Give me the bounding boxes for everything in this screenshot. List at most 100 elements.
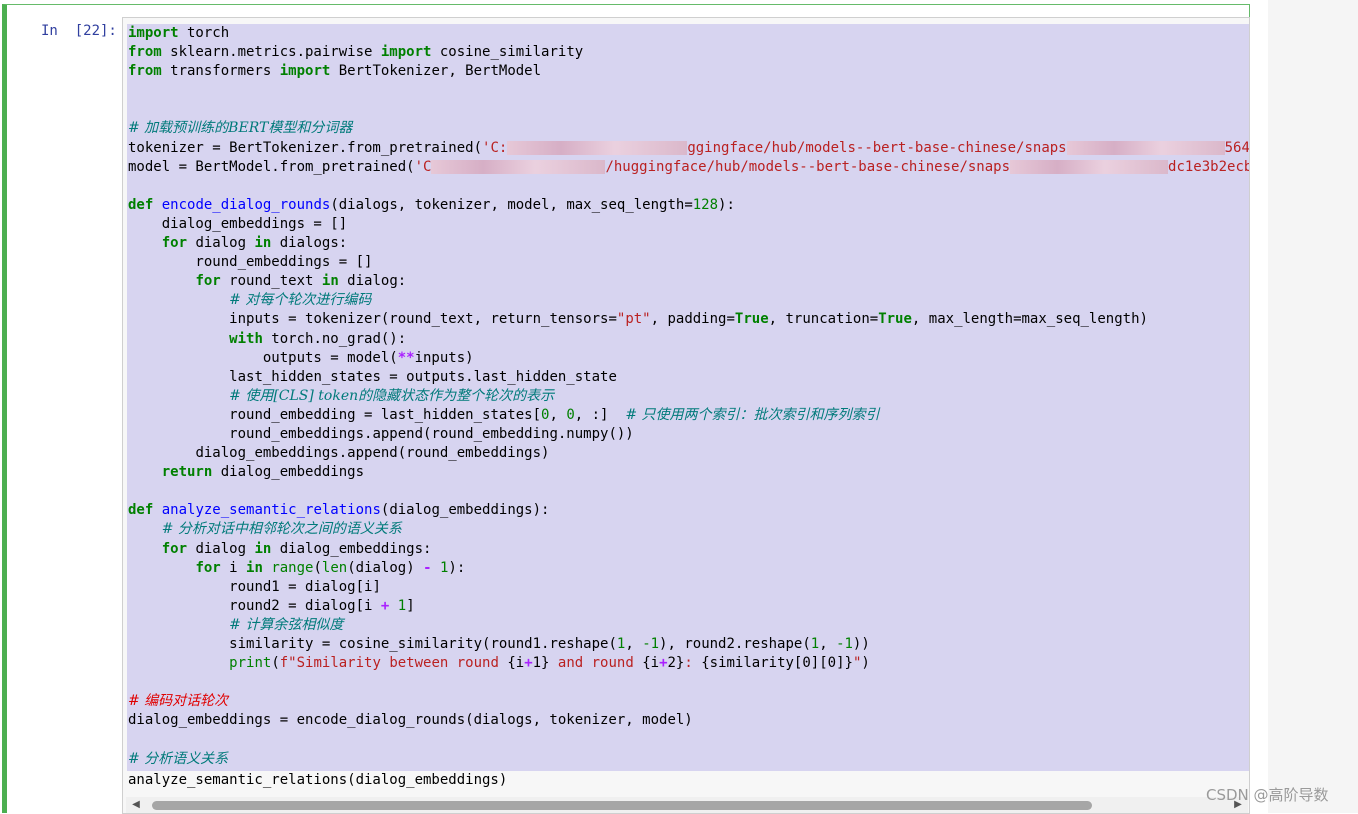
code-line: for i in range(len(dialog) - 1):	[127, 559, 1249, 578]
code-text: )	[861, 655, 870, 672]
code-text: torch	[178, 25, 230, 41]
operator: **	[397, 349, 415, 366]
keyword: return	[161, 464, 213, 481]
code-line: from sklearn.metrics.pairwise import cos…	[127, 43, 1249, 62]
keyword: for	[195, 559, 221, 576]
code-cell[interactable]: In [22]: import torch from sklearn.metri…	[2, 4, 1250, 814]
code-text: round1 = dialog[i]	[229, 578, 381, 595]
number: 128	[692, 196, 719, 213]
code-selection[interactable]: import torch from sklearn.metrics.pairwi…	[127, 24, 1250, 771]
string: f"Similarity between round	[279, 655, 508, 672]
string: ggingface/hub/models--bert-base-chinese/…	[687, 139, 1067, 156]
string: :	[684, 655, 702, 672]
function-name: encode_dialog_rounds	[161, 196, 331, 213]
code-text: (	[313, 559, 322, 576]
keyword: True	[734, 311, 769, 328]
function-name: analyze_semantic_relations	[161, 502, 381, 519]
code-text: dialog_embeddings.append(round_embedding…	[195, 445, 550, 462]
code-text: dialogs:	[271, 235, 348, 252]
horizontal-scrollbar[interactable]: ◀ ▶	[126, 797, 1248, 813]
code-text: , max_length=max_seq_length)	[911, 311, 1148, 328]
code-line: dialog_embeddings.append(round_embedding…	[127, 444, 1249, 463]
code-text: ):	[448, 559, 466, 576]
code-text: similarity = cosine_similarity(round1.re…	[229, 636, 617, 652]
operator: +	[524, 655, 533, 672]
code-text: {i	[642, 655, 660, 672]
code-text: last_hidden_states = outputs.last_hidden…	[229, 368, 617, 385]
code-line: model = BertModel.from_pretrained('C/hug…	[127, 158, 1249, 177]
code-text: (	[271, 655, 280, 672]
code-line: # 分析对话中相邻轮次之间的语义关系	[127, 520, 1249, 539]
code-text: round2 = dialog[i	[229, 597, 381, 614]
keyword: in	[254, 540, 272, 557]
code-text: i	[220, 559, 247, 576]
builtin: len	[321, 559, 348, 576]
code-line: # 编码对话轮次	[127, 692, 1249, 711]
code-line: similarity = cosine_similarity(round1.re…	[127, 635, 1249, 654]
code-text: round_embeddings.append(round_embedding.…	[229, 425, 634, 442]
code-text: dialog	[187, 235, 255, 252]
code-text: dialog_embeddings = []	[128, 215, 348, 232]
code-text: ,	[549, 406, 567, 423]
comment: # 加载预训练的BERT模型和分词器	[128, 120, 353, 137]
code-line: return dialog_embeddings	[127, 463, 1249, 482]
code-line: # 分析语义关系	[127, 750, 1249, 769]
string: 564dc1e3b2c	[1224, 139, 1250, 156]
string: and round	[549, 655, 643, 672]
code-text: round_embeddings = []	[128, 254, 373, 271]
code-line: # 加载预训练的BERT模型和分词器	[127, 119, 1249, 138]
page-right-gutter	[1268, 0, 1358, 813]
code-editor[interactable]: import torch from sklearn.metrics.pairwi…	[122, 17, 1250, 814]
code-text: , padding=	[650, 311, 735, 328]
keyword: from	[128, 63, 162, 80]
csdn-watermark: CSDN @高阶导数	[1206, 786, 1329, 804]
code-line: round1 = dialog[i]	[127, 578, 1249, 597]
code-text: ), round2.reshape(	[659, 636, 811, 652]
code-line: # 对每个轮次进行编码	[127, 291, 1249, 310]
number: -1	[642, 636, 660, 652]
code-text: ]	[406, 597, 415, 614]
code-text: dialog	[187, 540, 255, 557]
code-text: (dialog)	[347, 559, 424, 576]
keyword: def	[128, 502, 154, 519]
comment: # 计算余弦相似度	[229, 616, 344, 633]
keyword: import	[380, 44, 432, 61]
code-line: dialog_embeddings = encode_dialog_rounds…	[127, 711, 1249, 730]
code-line: dialog_embeddings = []	[127, 215, 1249, 234]
code-text: 2}	[667, 655, 685, 672]
keyword: for	[161, 235, 188, 252]
code-text: (dialogs, tokenizer, model, max_seq_leng…	[330, 196, 693, 213]
string: 'C	[414, 158, 432, 175]
code-line: with torch.no_grad():	[127, 330, 1249, 349]
string: /huggingface/hub/models--bert-base-chine…	[605, 158, 1011, 175]
keyword: def	[128, 196, 154, 213]
keyword: import	[128, 25, 179, 41]
comment: # 编码对话轮次	[128, 693, 229, 710]
code-text: (dialog_embeddings):	[380, 502, 550, 519]
number: 0	[566, 406, 575, 423]
code-line: def analyze_semantic_relations(dialog_em…	[127, 501, 1249, 520]
code-line: # 计算余弦相似度	[127, 616, 1249, 635]
code-text: dialog:	[338, 273, 407, 290]
comment: # 只使用两个索引：批次索引和序列索引	[625, 406, 880, 423]
code-text: {i	[507, 655, 525, 672]
code-line: round_embedding = last_hidden_states[0, …	[127, 406, 1249, 425]
string: 'C:	[482, 139, 508, 156]
code-line: for dialog in dialogs:	[127, 234, 1249, 253]
operator: +	[659, 655, 668, 672]
string: dc1e3b2ecbf6e76(	[1168, 158, 1249, 175]
scroll-left-arrow-icon[interactable]: ◀	[130, 799, 142, 811]
builtin: print	[229, 655, 272, 672]
scrollbar-thumb[interactable]	[152, 801, 1092, 810]
code-text: sklearn.metrics.pairwise	[161, 44, 381, 61]
comment: # 对每个轮次进行编码	[229, 292, 372, 309]
comment: # 分析语义关系	[128, 750, 229, 767]
code-line: round2 = dialog[i + 1]	[127, 597, 1249, 616]
redacted-blur	[507, 140, 688, 155]
keyword: True	[878, 311, 912, 328]
code-text: , :]	[574, 406, 626, 423]
redacted-blur	[1066, 140, 1225, 155]
code-text: dialog_embeddings = encode_dialog_rounds…	[128, 712, 693, 729]
